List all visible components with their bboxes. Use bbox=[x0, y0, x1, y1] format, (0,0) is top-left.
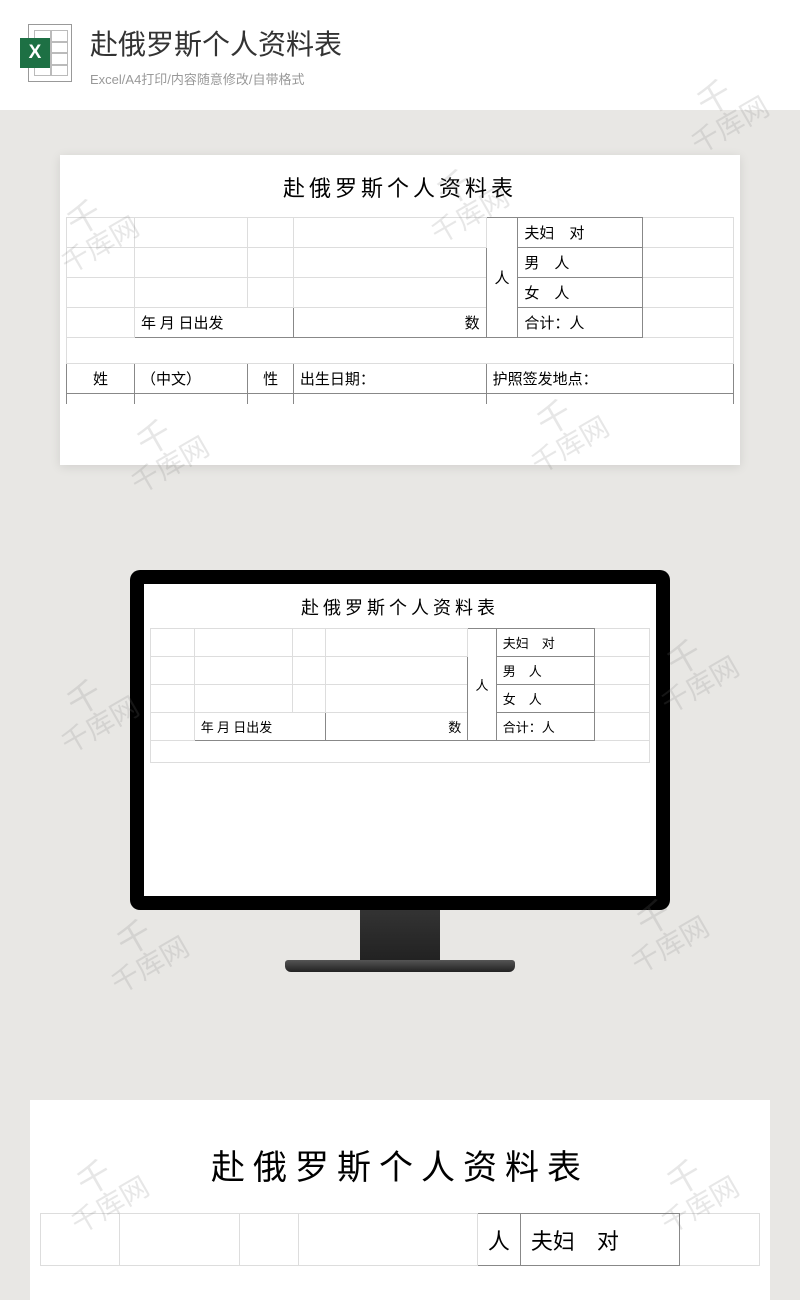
sheet-title-monitor: 赴俄罗斯个人资料表 bbox=[150, 592, 650, 628]
sheet-title-zoom: 赴俄罗斯个人资料表 bbox=[40, 1140, 760, 1213]
couple-cell: 夫妇 对 bbox=[496, 629, 594, 657]
template-preview-large: 赴俄罗斯个人资料表 人 夫妇 对 男 人 女 人 bbox=[60, 155, 740, 465]
total-cell: 合计：人 bbox=[518, 308, 643, 338]
total-cell: 合计：人 bbox=[496, 713, 594, 741]
male-cell: 男 人 bbox=[518, 248, 643, 278]
template-preview-zoom: 赴俄罗斯个人资料表 人 夫妇 对 bbox=[30, 1100, 770, 1300]
header-text: 赴俄罗斯个人资料表 Excel/A4打印/内容随意修改/自带格式 bbox=[90, 23, 780, 88]
birthdate-label: 出生日期： bbox=[293, 364, 486, 394]
people-label: 人 bbox=[477, 1214, 520, 1266]
count-label: 数 bbox=[326, 713, 468, 741]
couple-cell: 夫妇 对 bbox=[520, 1214, 680, 1266]
female-cell: 女 人 bbox=[518, 278, 643, 308]
female-cell: 女 人 bbox=[496, 685, 594, 713]
page-title: 赴俄罗斯个人资料表 bbox=[90, 23, 780, 63]
passport-place-label: 护照签发地点： bbox=[486, 364, 733, 394]
page-subtitle: Excel/A4打印/内容随意修改/自带格式 bbox=[90, 69, 780, 88]
sheet-title: 赴俄罗斯个人资料表 bbox=[66, 165, 734, 217]
surname-label: 姓 bbox=[67, 364, 135, 394]
people-label: 人 bbox=[486, 218, 518, 338]
excel-file-icon: X bbox=[20, 24, 72, 86]
gender-label: 性 bbox=[248, 364, 293, 394]
depart-cell: 年 月 日出发 bbox=[135, 308, 294, 338]
male-cell: 男 人 bbox=[496, 657, 594, 685]
excel-x-icon: X bbox=[20, 38, 50, 68]
count-label: 数 bbox=[293, 308, 486, 338]
depart-cell: 年 月 日出发 bbox=[194, 713, 325, 741]
couple-cell: 夫妇 对 bbox=[518, 218, 643, 248]
people-label: 人 bbox=[468, 629, 496, 741]
chinese-label: （中文） bbox=[135, 364, 248, 394]
page-header: X 赴俄罗斯个人资料表 Excel/A4打印/内容随意修改/自带格式 bbox=[0, 0, 800, 110]
monitor-mockup: 赴俄罗斯个人资料表 人 夫妇 对 男 bbox=[0, 570, 800, 972]
